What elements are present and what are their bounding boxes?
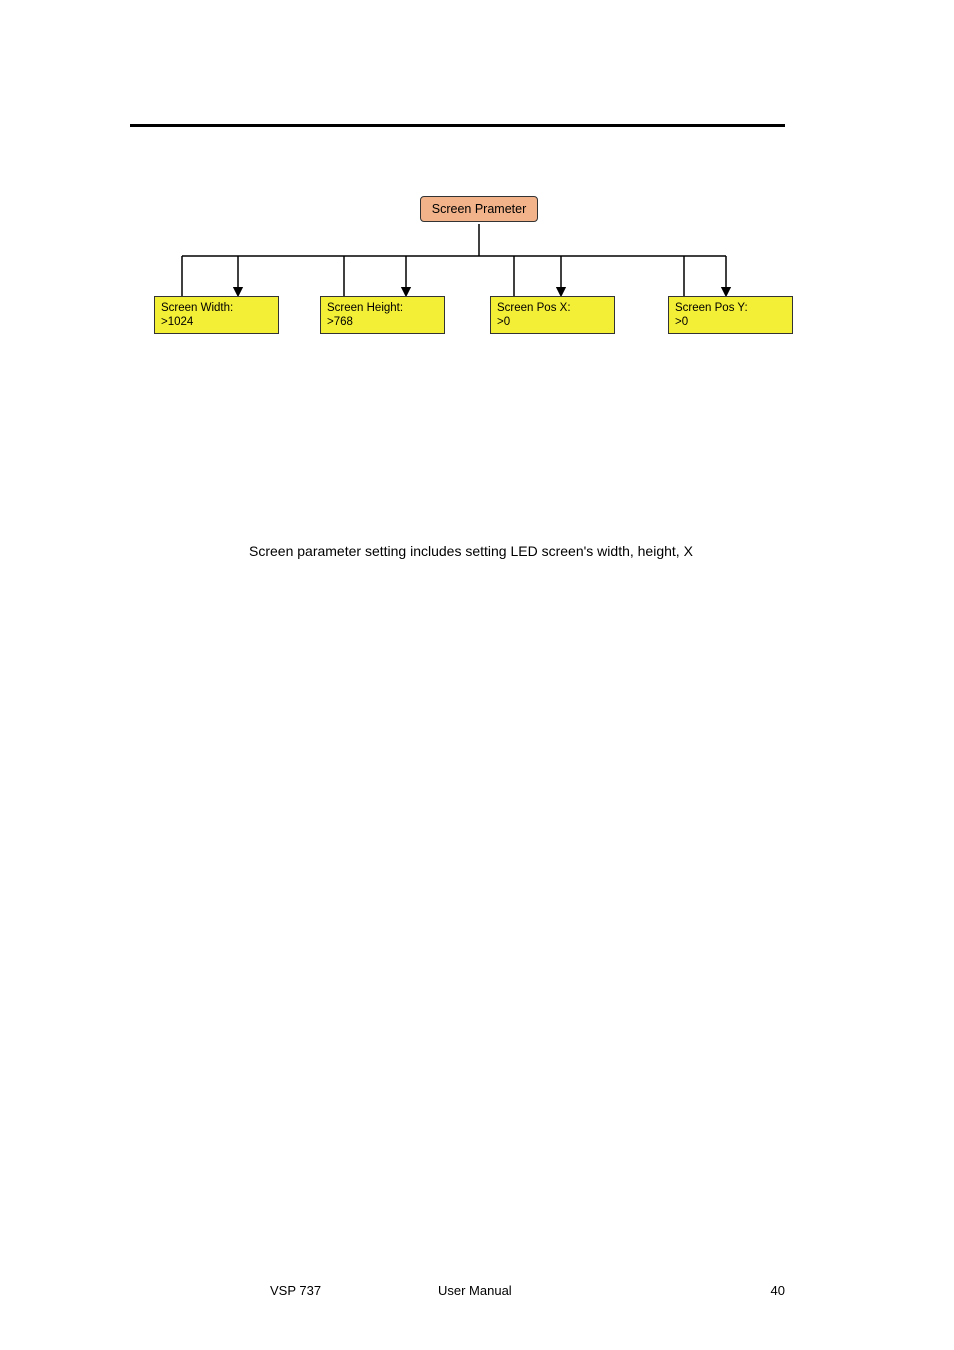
tree-root-label: Screen Prameter	[432, 202, 526, 216]
tree-child-line2: >768	[327, 315, 438, 329]
tree-diagram: Screen Prameter Screen Width: >1024 Scre…	[130, 180, 810, 370]
tree-child-line2: >0	[497, 315, 608, 329]
tree-child-node: Screen Height: >768	[320, 296, 445, 334]
body-paragraph: Screen parameter setting includes settin…	[249, 543, 693, 559]
tree-child-node: Screen Pos Y: >0	[668, 296, 793, 334]
footer-model: VSP 737	[270, 1283, 321, 1298]
footer-title: User Manual	[438, 1283, 512, 1298]
tree-root-node: Screen Prameter	[420, 196, 538, 222]
tree-child-line2: >0	[675, 315, 786, 329]
tree-child-node: Screen Width: >1024	[154, 296, 279, 334]
tree-child-line1: Screen Pos Y:	[675, 301, 786, 315]
tree-child-line2: >1024	[161, 315, 272, 329]
tree-child-line1: Screen Pos X:	[497, 301, 608, 315]
footer-page: 40	[771, 1283, 785, 1298]
tree-child-line1: Screen Width:	[161, 301, 272, 315]
tree-child-node: Screen Pos X: >0	[490, 296, 615, 334]
tree-child-line1: Screen Height:	[327, 301, 438, 315]
horizontal-rule	[130, 124, 785, 127]
page: Screen Prameter Screen Width: >1024 Scre…	[0, 0, 954, 1350]
